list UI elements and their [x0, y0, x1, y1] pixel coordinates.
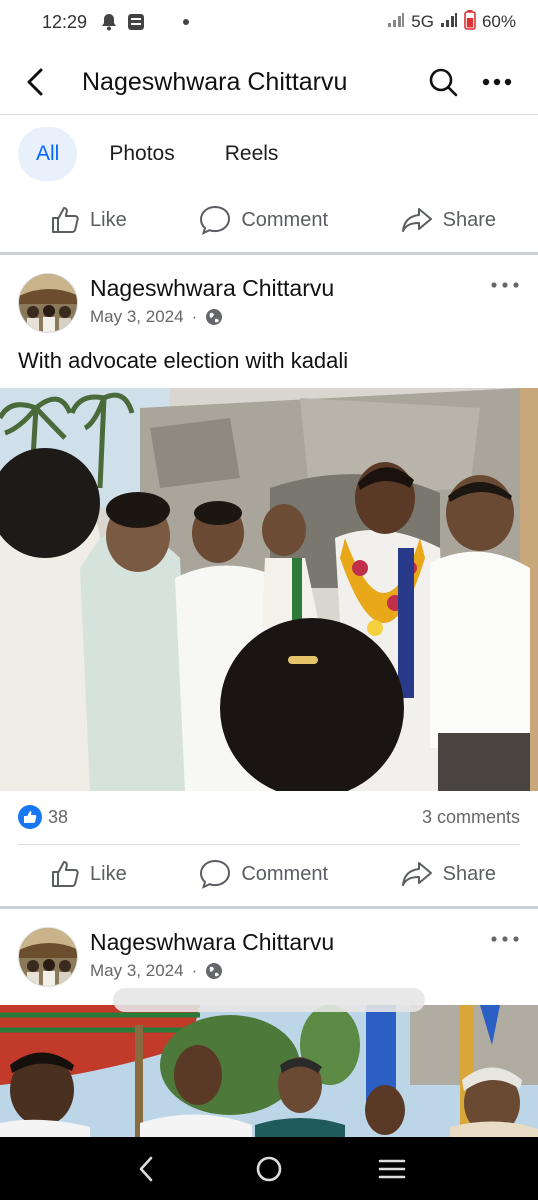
comment-button[interactable]: Comment [199, 859, 328, 889]
globe-icon [206, 309, 223, 325]
reaction-divider [18, 844, 520, 845]
share-arrow-icon [401, 208, 432, 232]
previous-post-actions: Like Comment Share [0, 192, 538, 248]
tab-reels[interactable]: Reels [207, 127, 297, 181]
thumbs-up-icon [52, 861, 79, 887]
nav-home-button[interactable] [239, 1139, 299, 1199]
post-meta: May 3, 2024 · [90, 307, 223, 327]
post-header: Nageswhwara Chittarvu May 3, 2024 · [18, 273, 520, 335]
scroll-indicator-pill [113, 988, 425, 1012]
back-button[interactable] [0, 50, 70, 114]
post-more-button[interactable] [490, 927, 520, 951]
post-author[interactable]: Nageswhwara Chittarvu [90, 275, 334, 302]
like-button[interactable]: Like [50, 205, 127, 235]
post-date[interactable]: May 3, 2024 [90, 307, 184, 327]
share-arrow-icon [401, 862, 432, 886]
comment-button[interactable]: Comment [199, 205, 328, 235]
system-nav-bar [0, 1137, 538, 1200]
network-type: 5G [411, 12, 434, 31]
meta-separator: · [191, 961, 198, 980]
notification-bell-icon [101, 13, 117, 31]
post-photo[interactable] [0, 388, 538, 791]
comment-label: Comment [241, 208, 329, 231]
reaction-summary: 38 3 comments [18, 802, 520, 832]
app-notification-icon [127, 13, 145, 31]
tab-all[interactable]: All [18, 127, 78, 181]
search-button[interactable] [416, 50, 470, 114]
status-right: 5G 60% [387, 9, 516, 35]
post-actions: Like Comment Share [0, 846, 538, 902]
nav-back-button[interactable] [116, 1139, 176, 1199]
wifi-signal-icon [440, 12, 458, 33]
back-arrow-icon [27, 68, 43, 96]
reaction-count[interactable]: 38 [48, 807, 68, 828]
like-reaction-icon [18, 805, 42, 829]
avatar[interactable] [18, 273, 78, 333]
status-time: 12:29 [42, 11, 88, 32]
back-chevron-icon [139, 1156, 152, 1181]
more-dots-icon [491, 936, 519, 942]
post-meta: May 3, 2024 · [90, 961, 223, 981]
like-button[interactable]: Like [50, 859, 127, 889]
cell-signal-icon [387, 12, 405, 33]
filter-tabs: All Photos Reels [18, 126, 296, 182]
nav-recents-button[interactable] [362, 1139, 422, 1199]
page-title: Nageswhwara Chittarvu [82, 67, 348, 96]
more-dots-icon [491, 282, 519, 288]
comment-bubble-icon [200, 205, 231, 235]
avatar[interactable] [18, 927, 78, 987]
more-dots-icon [482, 78, 512, 86]
search-icon [429, 68, 458, 97]
tab-photos[interactable]: Photos [91, 127, 192, 181]
post-more-button[interactable] [490, 273, 520, 297]
post-text: With advocate election with kadali [18, 348, 349, 373]
comment-bubble-icon [200, 859, 231, 889]
battery-icon [464, 9, 476, 35]
status-bar: 12:29 5G 60% [0, 0, 538, 44]
like-label: Like [90, 208, 127, 231]
menu-lines-icon [379, 1159, 406, 1178]
post-separator [0, 906, 538, 909]
app-header: Nageswhwara Chittarvu [0, 50, 538, 114]
post-date[interactable]: May 3, 2024 [90, 961, 184, 981]
post-separator [0, 252, 538, 255]
battery-percent: 60% [481, 12, 516, 31]
status-dot [183, 19, 190, 25]
post-author[interactable]: Nageswhwara Chittarvu [90, 929, 334, 956]
like-label: Like [90, 862, 127, 885]
share-button[interactable]: Share [401, 860, 496, 888]
meta-separator: · [191, 307, 198, 326]
post-photo[interactable] [0, 1005, 538, 1137]
post-header: Nageswhwara Chittarvu May 3, 2024 · [18, 927, 520, 989]
header-divider [0, 114, 538, 115]
thumbs-up-icon [52, 207, 79, 233]
comment-count[interactable]: 3 comments [422, 807, 520, 828]
share-button[interactable]: Share [401, 206, 496, 234]
globe-icon [206, 963, 223, 979]
share-label: Share [442, 208, 496, 231]
share-label: Share [442, 862, 496, 885]
more-options-button[interactable] [470, 50, 524, 114]
comment-label: Comment [241, 862, 329, 885]
home-circle-icon [256, 1156, 282, 1181]
